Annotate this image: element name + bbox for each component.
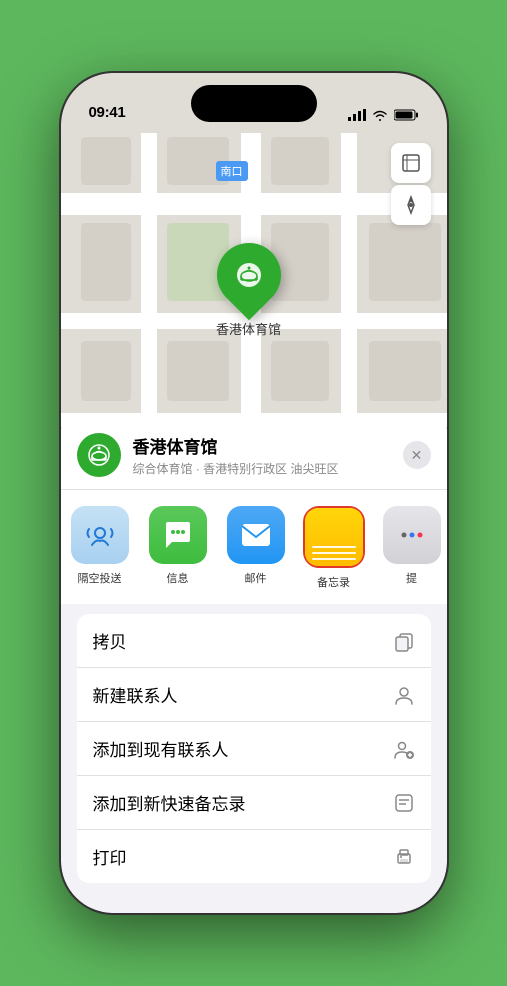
action-quick-note-label: 添加到新快速备忘录 [93, 790, 246, 815]
action-add-contact[interactable]: 添加到现有联系人 [77, 722, 431, 776]
venue-stadium-icon [86, 442, 112, 468]
action-new-contact[interactable]: 新建联系人 [77, 668, 431, 722]
mail-icon [227, 506, 285, 564]
venue-icon [77, 433, 121, 477]
action-new-contact-label: 新建联系人 [93, 682, 178, 707]
signal-icon [348, 109, 366, 121]
map-layers-button[interactable] [391, 143, 431, 183]
stadium-pin-icon [234, 260, 264, 290]
notes-line-3 [312, 558, 356, 561]
sheet-subtitle: 综合体育馆 · 香港特别行政区 油尖旺区 [133, 460, 391, 477]
action-print[interactable]: 打印 [77, 830, 431, 883]
status-time: 09:41 [89, 104, 126, 121]
share-mail[interactable]: 邮件 [217, 506, 295, 586]
add-contact-icon [393, 738, 415, 760]
quick-note-icon [393, 792, 415, 814]
action-copy-label: 拷贝 [93, 628, 127, 653]
action-print-label: 打印 [93, 844, 127, 869]
sheet-title-block: 香港体育馆 综合体育馆 · 香港特别行政区 油尖旺区 [133, 433, 391, 477]
bottom-sheet: 香港体育馆 综合体育馆 · 香港特别行政区 油尖旺区 ✕ [61, 415, 447, 913]
airdrop-icon [71, 506, 129, 564]
map-label-nankou: 南口 [216, 161, 248, 181]
compass-icon [401, 195, 421, 215]
location-pin: 香港体育馆 [214, 243, 284, 338]
map-controls [391, 143, 431, 225]
sheet-close-button[interactable]: ✕ [403, 441, 431, 469]
sheet-header: 香港体育馆 综合体育馆 · 香港特别行政区 油尖旺区 ✕ [61, 415, 447, 489]
battery-icon [394, 109, 419, 121]
airdrop-label: 隔空投送 [78, 570, 122, 586]
share-notes[interactable]: 备忘录 [295, 506, 373, 590]
location-button[interactable] [391, 185, 431, 225]
action-list: 拷贝 新建联系人 [77, 614, 431, 883]
notes-label: 备忘录 [317, 574, 350, 590]
share-more[interactable]: 提 [373, 506, 447, 586]
notes-icon [305, 508, 363, 566]
notes-line-1 [312, 546, 356, 549]
action-copy[interactable]: 拷贝 [77, 614, 431, 668]
messages-label: 信息 [167, 570, 189, 586]
share-airdrop[interactable]: 隔空投送 [61, 506, 139, 586]
sheet-title: 香港体育馆 [133, 433, 391, 458]
more-label: 提 [406, 570, 417, 586]
messages-icon [149, 506, 207, 564]
status-bar: 09:41 [61, 73, 447, 127]
action-add-contact-label: 添加到现有联系人 [93, 736, 229, 761]
new-contact-icon [393, 684, 415, 706]
more-icon [383, 506, 441, 564]
pin-label: 香港体育馆 [216, 319, 281, 338]
notes-line-2 [312, 552, 356, 555]
mail-label: 邮件 [245, 570, 267, 586]
copy-icon [393, 630, 415, 652]
status-icons [348, 109, 419, 121]
print-icon [393, 846, 415, 868]
wifi-icon [372, 109, 388, 121]
notes-icon-wrapper [303, 506, 365, 568]
phone-frame: 09:41 [59, 71, 449, 915]
close-icon: ✕ [411, 447, 423, 464]
share-messages[interactable]: 信息 [139, 506, 217, 586]
map-layers-icon [400, 152, 422, 174]
phone-screen: 09:41 [61, 73, 447, 913]
action-quick-note[interactable]: 添加到新快速备忘录 [77, 776, 431, 830]
share-row: 隔空投送 信息 [61, 489, 447, 604]
